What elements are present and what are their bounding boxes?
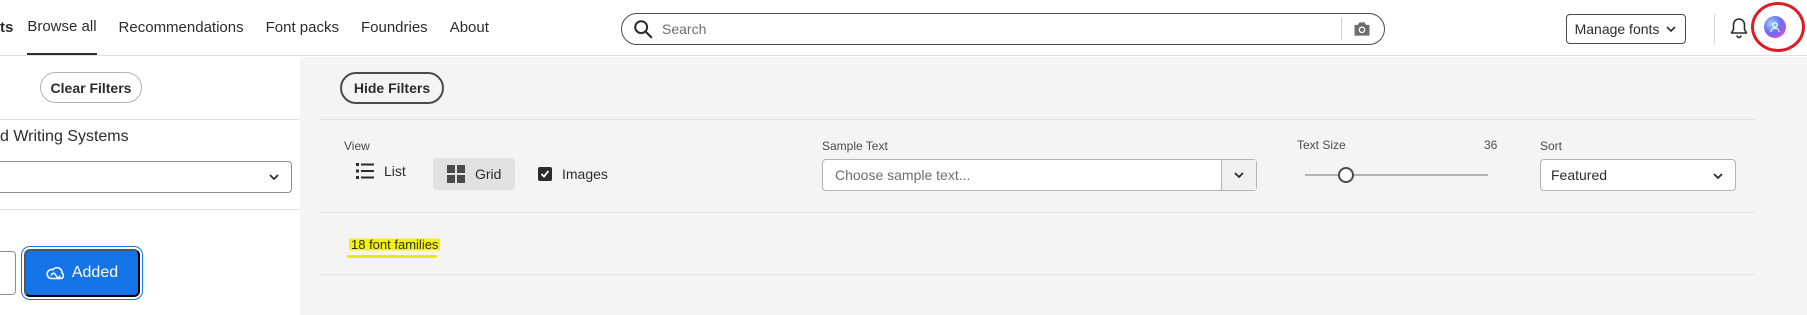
sort-label: Sort	[1540, 139, 1563, 153]
list-view-button[interactable]: List	[356, 162, 406, 180]
results-area: Hide Filters View List Grid Images Sampl…	[300, 57, 1807, 315]
grid-view-button[interactable]: Grid	[433, 158, 515, 190]
sample-text-input[interactable]	[823, 160, 1221, 190]
checkmark-icon	[540, 170, 550, 178]
language-select[interactable]	[0, 161, 292, 193]
sidebar-divider	[0, 119, 300, 120]
list-label: List	[384, 163, 406, 179]
search-divider	[1341, 18, 1342, 40]
search-icon	[634, 20, 653, 39]
bell-icon[interactable]	[1729, 17, 1749, 39]
chevron-down-icon	[1713, 173, 1723, 180]
search-bar[interactable]	[621, 13, 1385, 45]
sort-select[interactable]: Featured	[1540, 159, 1736, 191]
top-bar: ts Browse all Recommendations Font packs…	[0, 0, 1807, 56]
toolbar-divider-top	[320, 119, 1755, 120]
creative-cloud-icon	[46, 266, 64, 280]
grid-icon	[447, 165, 465, 183]
images-checkbox[interactable]	[538, 167, 552, 181]
sample-text-dropdown-button[interactable]	[1221, 160, 1256, 190]
avatar-icon	[1770, 22, 1780, 33]
hide-filters-button[interactable]: Hide Filters	[340, 72, 444, 104]
images-label: Images	[562, 166, 608, 182]
nav-item-about[interactable]: About	[450, 0, 489, 56]
toolbar-divider-bottom	[320, 212, 1755, 213]
view-label: View	[344, 139, 370, 153]
result-count: 18 font families	[349, 237, 441, 252]
sidebar-divider	[0, 209, 300, 210]
header-divider	[1714, 14, 1715, 44]
camera-icon[interactable]	[1352, 19, 1372, 39]
avatar[interactable]	[1764, 16, 1786, 38]
filter-toggle-button[interactable]	[0, 251, 16, 295]
sample-text-combobox[interactable]	[822, 159, 1257, 191]
text-size-value: 36	[1484, 138, 1498, 152]
nav-item-browse-all[interactable]: Browse all	[27, 1, 97, 55]
language-section-title: d Writing Systems	[0, 128, 129, 145]
text-size-slider[interactable]	[1305, 174, 1488, 176]
nav-item-recommendations[interactable]: Recommendations	[119, 0, 244, 56]
sample-text-label: Sample Text	[822, 139, 888, 153]
manage-fonts-label: Manage fonts	[1574, 21, 1660, 37]
results-divider	[320, 274, 1755, 275]
nav-item-fonts[interactable]: ts	[0, 0, 13, 56]
nav-item-font-packs[interactable]: Font packs	[266, 0, 339, 56]
added-label: Added	[71, 264, 119, 281]
list-icon	[356, 163, 374, 179]
manage-fonts-button[interactable]: Manage fonts	[1566, 14, 1686, 44]
images-toggle[interactable]: Images	[538, 166, 608, 182]
chevron-down-icon	[1234, 172, 1244, 179]
chevron-down-icon	[269, 174, 279, 181]
filter-sidebar: Clear Filters d Writing Systems Added	[0, 57, 300, 315]
nav-item-foundries[interactable]: Foundries	[361, 0, 428, 56]
sort-value: Featured	[1551, 167, 1608, 183]
grid-label: Grid	[475, 166, 502, 182]
added-button[interactable]: Added	[24, 249, 140, 297]
highlight-underline	[347, 255, 437, 258]
clear-filters-button[interactable]: Clear Filters	[40, 72, 142, 103]
search-input[interactable]	[654, 21, 1341, 37]
text-size-slider-thumb[interactable]	[1338, 167, 1354, 183]
chevron-down-icon	[1666, 26, 1676, 33]
main-nav: ts Browse all Recommendations Font packs…	[0, 0, 511, 56]
text-size-label: Text Size	[1297, 138, 1346, 152]
